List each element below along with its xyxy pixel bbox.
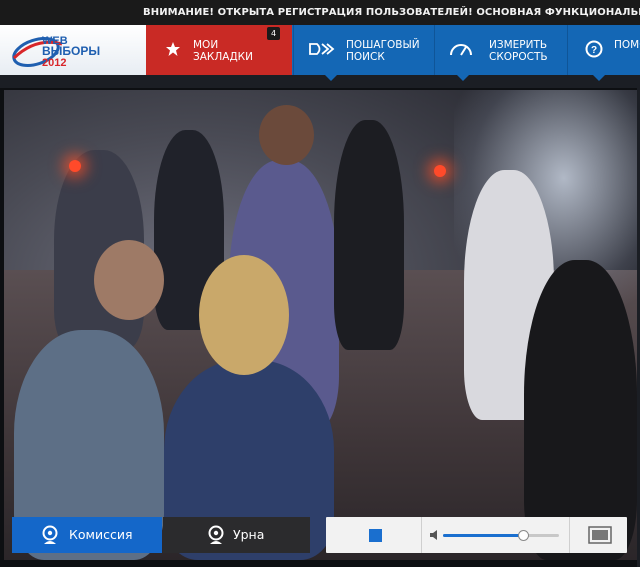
logo-line2: ВЫБОРЫ: [42, 44, 100, 58]
video-head: [259, 105, 314, 165]
fullscreen-icon[interactable]: [588, 526, 612, 544]
nav-my-bookmarks[interactable]: МОИ ЗАКЛАДКИ 4: [146, 25, 292, 75]
controls-divider: [569, 517, 570, 553]
controls-divider: [421, 517, 422, 553]
camera-video-stream[interactable]: [4, 90, 637, 560]
nav-bookmarks-line1: МОИ: [193, 39, 219, 51]
double-arrow-icon: [309, 43, 335, 55]
star-icon: [166, 42, 180, 56]
stop-icon[interactable]: [369, 529, 382, 542]
video-red-light: [434, 165, 446, 177]
video-head: [94, 240, 164, 320]
nav-bookmarks-line2: ЗАКЛАДКИ: [193, 51, 253, 63]
video-figure: [524, 260, 637, 560]
nav-help[interactable]: ? ПОМО: [567, 25, 640, 75]
announcement-text: ВНИМАНИЕ! ОТКРЫТА РЕГИСТРАЦИЯ ПОЛЬЗОВАТЕ…: [143, 7, 640, 18]
camera-commission-button[interactable]: Комиссия: [12, 517, 162, 553]
nav-speed-line1: ИЗМЕРИТЬ: [489, 39, 548, 51]
nav-help-pointer: [593, 75, 605, 81]
svg-text:?: ?: [591, 45, 597, 56]
volume-thumb[interactable]: [517, 530, 529, 541]
question-icon: ?: [585, 40, 603, 58]
site-logo[interactable]: WEB ВЫБОРЫ 2012: [0, 25, 147, 75]
camera-urn-button[interactable]: Урна: [163, 517, 310, 553]
nav-speed-line2: СКОРОСТЬ: [489, 51, 548, 63]
volume-level: [443, 534, 522, 537]
nav-help-line1: ПОМО: [614, 39, 640, 51]
video-head: [199, 255, 289, 375]
webcam-icon: [208, 525, 224, 544]
camera-commission-label: Комиссия: [69, 527, 133, 542]
player-controls: [326, 517, 627, 553]
nav-measure-speed[interactable]: ИЗМЕРИТЬ СКОРОСТЬ: [434, 25, 567, 75]
nav-step-line2: ПОИСК: [346, 51, 385, 63]
camera-urn-label: Урна: [233, 527, 265, 542]
video-figure: [334, 120, 404, 350]
volume-icon[interactable]: [430, 530, 440, 540]
top-navigation: WEB ВЫБОРЫ 2012 МОИ ЗАКЛАДКИ 4 ПОШАГОВЫЙ…: [0, 25, 640, 81]
nav-step-pointer: [325, 75, 337, 81]
nav-step-line1: ПОШАГОВЫЙ: [346, 39, 420, 51]
nav-speed-pointer: [457, 75, 469, 81]
logo-line3: 2012: [42, 57, 66, 69]
volume-slider[interactable]: [443, 534, 559, 537]
video-player-frame: [0, 88, 637, 567]
announcement-bar: ВНИМАНИЕ! ОТКРЫТА РЕГИСТРАЦИЯ ПОЛЬЗОВАТЕ…: [0, 0, 640, 25]
bookmarks-count-badge: 4: [267, 27, 280, 40]
webcam-icon: [42, 525, 58, 544]
logo-mark: WEB ВЫБОРЫ 2012: [12, 35, 100, 69]
speedometer-icon: [450, 44, 472, 56]
video-red-light: [69, 160, 81, 172]
nav-step-search[interactable]: ПОШАГОВЫЙ ПОИСК: [293, 25, 434, 75]
